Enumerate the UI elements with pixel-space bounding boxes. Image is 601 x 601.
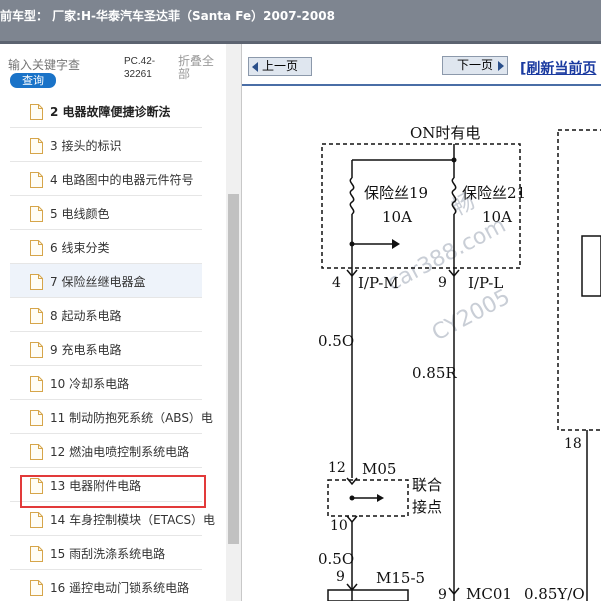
document-icon bbox=[30, 342, 43, 358]
toc-item-9[interactable]: 9 充电系电路 bbox=[10, 332, 202, 366]
toc-item-2[interactable]: 2 电器故障便捷诊断法 bbox=[10, 94, 202, 128]
connector-chevron-9c bbox=[448, 587, 460, 596]
pin-9b-label: 9 bbox=[336, 569, 345, 585]
document-icon bbox=[30, 308, 43, 324]
collapse-all-button[interactable]: 折叠全部 bbox=[178, 55, 222, 81]
page-nav-bar: 上一页 下一页 [刷新当前页 bbox=[242, 44, 601, 86]
selection-highlight bbox=[20, 475, 206, 508]
pin-9c: 9 bbox=[438, 587, 447, 601]
refresh-page-link[interactable]: [刷新当前页 bbox=[520, 58, 596, 78]
toc-item-label: 15 雨刮洗涤系统电路 bbox=[50, 547, 166, 561]
toc-item-label: 4 电路图中的电器元件符号 bbox=[50, 173, 194, 187]
mil-module-outline bbox=[327, 589, 409, 601]
wire-085yo: 0.85Y/O bbox=[524, 585, 585, 601]
toc-item-label: 14 车身控制模块（ETACS）电 bbox=[50, 513, 216, 527]
search-button[interactable]: 查询 bbox=[10, 73, 56, 88]
sidebar: 查询 PC.42-32261 折叠全部 2 电器故障便捷诊断法 3 接头的标识 … bbox=[0, 44, 242, 601]
search-input[interactable] bbox=[8, 56, 116, 74]
document-icon bbox=[30, 444, 43, 460]
window-titlebar: 前车型： 厂家:H-华泰汽车圣达菲（Santa Fe）2007-2008 bbox=[0, 0, 601, 44]
wiring-diagram-bottom: 9 M15-5 9 MC01 0.85Y/O bbox=[327, 569, 585, 601]
toc-item-12[interactable]: 12 燃油电喷控制系统电路 bbox=[10, 434, 202, 468]
document-viewer: 上一页 下一页 [刷新当前页 畅 car388.com CY2005 ON时有电 bbox=[242, 44, 601, 601]
document-icon bbox=[30, 206, 43, 222]
toc-item-label: 6 线束分类 bbox=[50, 241, 110, 255]
document-icon bbox=[30, 546, 43, 562]
document-icon bbox=[30, 512, 43, 528]
toc-item-6[interactable]: 6 线束分类 bbox=[10, 230, 202, 264]
toc-item-5[interactable]: 5 电线颜色 bbox=[10, 196, 202, 230]
toc-item-4[interactable]: 4 电路图中的电器元件符号 bbox=[10, 162, 202, 196]
document-icon bbox=[30, 274, 43, 290]
toc-item-label: 16 遥控电动门锁系统电路 bbox=[50, 581, 190, 595]
arrow-left-icon bbox=[252, 62, 258, 72]
pc-code: PC.42-32261 bbox=[124, 56, 156, 80]
toc-item-label: 7 保险丝继电器盒 bbox=[50, 275, 146, 289]
toc-item-label: 11 制动防抱死系统（ABS）电 bbox=[50, 411, 213, 425]
toc-item-8[interactable]: 8 起动系电路 bbox=[10, 298, 202, 332]
document-icon bbox=[30, 104, 43, 120]
wiring-diagram: 畅 car388.com CY2005 ON时有电 保险丝19 10A 保险丝2… bbox=[242, 86, 601, 601]
document-icon bbox=[30, 376, 43, 392]
search-area: 查询 PC.42-32261 折叠全部 bbox=[0, 44, 242, 94]
toc-item-label: 2 电器故障便捷诊断法 bbox=[50, 105, 171, 119]
toc-item-3[interactable]: 3 接头的标识 bbox=[10, 128, 202, 162]
prev-page-button[interactable]: 上一页 bbox=[248, 57, 312, 76]
window-title: 前车型： 厂家:H-华泰汽车圣达菲（Santa Fe）2007-2008 bbox=[0, 9, 335, 23]
toc-item-label: 12 燃油电喷控制系统电路 bbox=[50, 445, 190, 459]
scrollbar-thumb[interactable] bbox=[228, 194, 239, 544]
toc-item-15[interactable]: 15 雨刮洗涤系统电路 bbox=[10, 536, 202, 570]
toc-item-label: 5 电线颜色 bbox=[50, 207, 110, 221]
toc-item-16[interactable]: 16 遥控电动门锁系统电路 bbox=[10, 570, 202, 601]
connector-chevron-9b bbox=[346, 583, 358, 592]
toc-item-label: 8 起动系电路 bbox=[50, 309, 122, 323]
document-icon bbox=[30, 138, 43, 154]
toc-item-7[interactable]: 7 保险丝继电器盒 bbox=[10, 264, 202, 298]
document-icon bbox=[30, 580, 43, 596]
document-icon bbox=[30, 172, 43, 188]
toc-item-11[interactable]: 11 制动防抱死系统（ABS）电 bbox=[10, 400, 213, 434]
next-page-button[interactable]: 下一页 bbox=[442, 56, 508, 75]
toc-item-label: 10 冷却系电路 bbox=[50, 377, 130, 391]
arrow-right-icon bbox=[498, 61, 504, 71]
document-icon bbox=[30, 410, 43, 426]
toc-item-label: 3 接头的标识 bbox=[50, 139, 122, 153]
next-page-label: 下一页 bbox=[456, 58, 493, 72]
m15-5-label: M15-5 bbox=[376, 569, 425, 587]
sidebar-scrollbar[interactable] bbox=[226, 44, 241, 601]
toc-tree: 2 电器故障便捷诊断法 3 接头的标识 4 电路图中的电器元件符号 5 电线颜色… bbox=[0, 94, 226, 601]
mc01-label: MC01 bbox=[466, 585, 512, 601]
document-icon bbox=[30, 240, 43, 256]
toc-item-10[interactable]: 10 冷却系电路 bbox=[10, 366, 202, 400]
prev-page-label: 上一页 bbox=[261, 59, 298, 73]
toc-item-label: 9 充电系电路 bbox=[50, 343, 122, 357]
